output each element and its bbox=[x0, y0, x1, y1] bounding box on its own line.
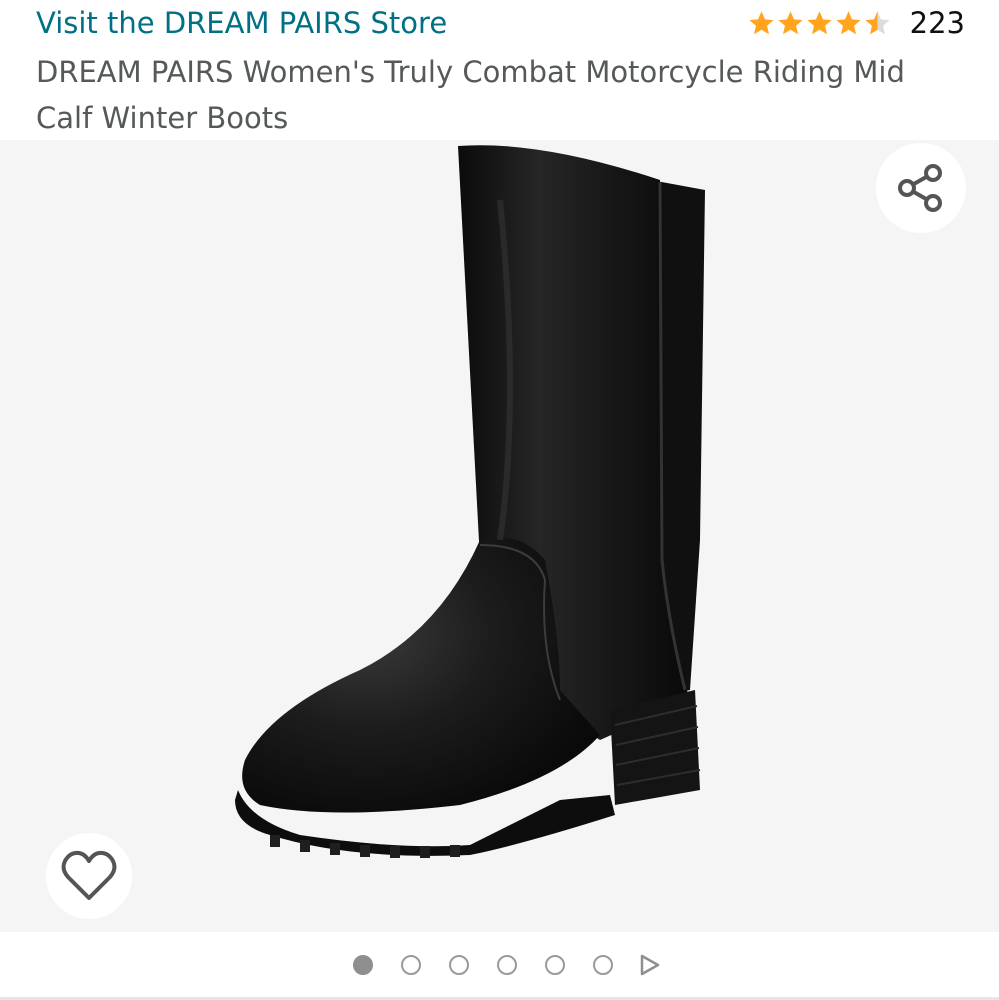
product-header: Visit the DREAM PAIRS Store 223 DREAM PA… bbox=[0, 0, 999, 140]
store-link[interactable]: Visit the DREAM PAIRS Store bbox=[36, 3, 447, 43]
pagination-dot[interactable] bbox=[496, 955, 517, 975]
share-icon bbox=[898, 164, 942, 212]
rating-count: 223 bbox=[909, 6, 965, 40]
star-rating bbox=[747, 9, 892, 38]
pagination-dot-active[interactable] bbox=[352, 955, 373, 975]
pagination-dot[interactable] bbox=[592, 955, 613, 975]
product-image[interactable] bbox=[0, 140, 999, 932]
star-icon bbox=[807, 10, 832, 34]
pagination-dot[interactable] bbox=[544, 955, 565, 975]
product-image-gallery[interactable] bbox=[0, 140, 999, 932]
star-icon bbox=[749, 10, 774, 34]
rating[interactable]: 223 bbox=[747, 3, 965, 43]
product-title: DREAM PAIRS Women's Truly Combat Motorcy… bbox=[36, 55, 905, 135]
heart-icon bbox=[61, 850, 117, 900]
share-button[interactable] bbox=[876, 143, 966, 233]
star-icon bbox=[778, 10, 803, 34]
wishlist-button[interactable] bbox=[46, 833, 132, 919]
star-icon bbox=[836, 10, 861, 34]
pagination-dot[interactable] bbox=[400, 955, 421, 975]
pagination-dot[interactable] bbox=[448, 955, 469, 975]
product-page: Visit the DREAM PAIRS Store 223 DREAM PA… bbox=[0, 0, 999, 1000]
half-star-icon bbox=[865, 10, 890, 34]
play-icon[interactable] bbox=[637, 953, 661, 977]
image-pagination bbox=[0, 932, 999, 998]
